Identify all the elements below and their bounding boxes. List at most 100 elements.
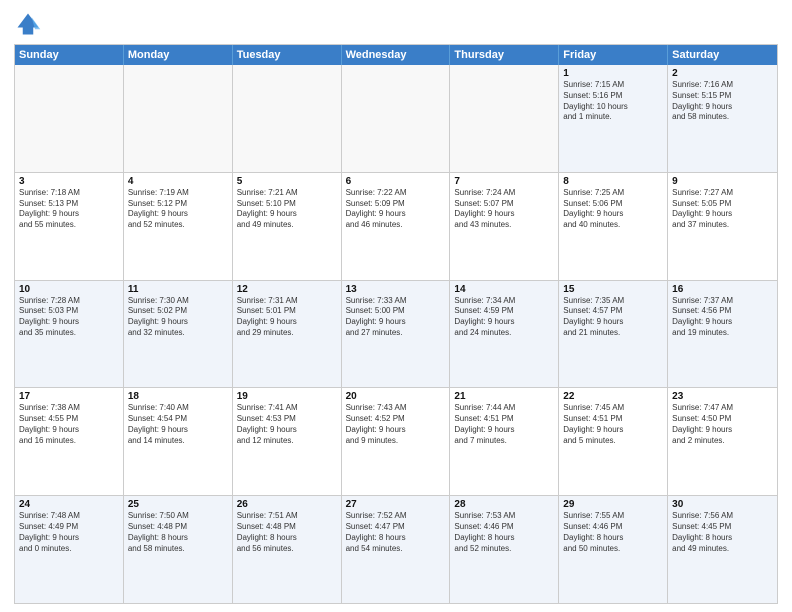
- day-number: 16: [672, 284, 773, 295]
- day-number: 30: [672, 499, 773, 510]
- calendar-cell-r0-c0: [15, 65, 124, 172]
- calendar-cell-r1-c1: 4Sunrise: 7:19 AM Sunset: 5:12 PM Daylig…: [124, 173, 233, 280]
- day-number: 28: [454, 499, 554, 510]
- cell-info: Sunrise: 7:56 AM Sunset: 4:45 PM Dayligh…: [672, 511, 773, 554]
- cell-info: Sunrise: 7:53 AM Sunset: 4:46 PM Dayligh…: [454, 511, 554, 554]
- day-number: 18: [128, 391, 228, 402]
- cell-info: Sunrise: 7:47 AM Sunset: 4:50 PM Dayligh…: [672, 403, 773, 446]
- day-number: 5: [237, 176, 337, 187]
- calendar-cell-r2-c4: 14Sunrise: 7:34 AM Sunset: 4:59 PM Dayli…: [450, 281, 559, 388]
- day-number: 14: [454, 284, 554, 295]
- calendar-cell-r2-c0: 10Sunrise: 7:28 AM Sunset: 5:03 PM Dayli…: [15, 281, 124, 388]
- day-number: 27: [346, 499, 446, 510]
- calendar-row-4: 24Sunrise: 7:48 AM Sunset: 4:49 PM Dayli…: [15, 496, 777, 603]
- header-day-tuesday: Tuesday: [233, 45, 342, 65]
- cell-info: Sunrise: 7:18 AM Sunset: 5:13 PM Dayligh…: [19, 188, 119, 231]
- calendar-cell-r0-c5: 1Sunrise: 7:15 AM Sunset: 5:16 PM Daylig…: [559, 65, 668, 172]
- cell-info: Sunrise: 7:44 AM Sunset: 4:51 PM Dayligh…: [454, 403, 554, 446]
- calendar-cell-r3-c5: 22Sunrise: 7:45 AM Sunset: 4:51 PM Dayli…: [559, 388, 668, 495]
- calendar-cell-r3-c4: 21Sunrise: 7:44 AM Sunset: 4:51 PM Dayli…: [450, 388, 559, 495]
- cell-info: Sunrise: 7:27 AM Sunset: 5:05 PM Dayligh…: [672, 188, 773, 231]
- cell-info: Sunrise: 7:25 AM Sunset: 5:06 PM Dayligh…: [563, 188, 663, 231]
- header-day-wednesday: Wednesday: [342, 45, 451, 65]
- calendar-cell-r0-c1: [124, 65, 233, 172]
- day-number: 15: [563, 284, 663, 295]
- day-number: 29: [563, 499, 663, 510]
- calendar-row-1: 3Sunrise: 7:18 AM Sunset: 5:13 PM Daylig…: [15, 173, 777, 281]
- cell-info: Sunrise: 7:40 AM Sunset: 4:54 PM Dayligh…: [128, 403, 228, 446]
- day-number: 8: [563, 176, 663, 187]
- day-number: 1: [563, 68, 663, 79]
- day-number: 10: [19, 284, 119, 295]
- day-number: 23: [672, 391, 773, 402]
- cell-info: Sunrise: 7:31 AM Sunset: 5:01 PM Dayligh…: [237, 296, 337, 339]
- calendar-cell-r4-c3: 27Sunrise: 7:52 AM Sunset: 4:47 PM Dayli…: [342, 496, 451, 603]
- calendar-cell-r0-c2: [233, 65, 342, 172]
- header-day-friday: Friday: [559, 45, 668, 65]
- cell-info: Sunrise: 7:30 AM Sunset: 5:02 PM Dayligh…: [128, 296, 228, 339]
- day-number: 3: [19, 176, 119, 187]
- cell-info: Sunrise: 7:22 AM Sunset: 5:09 PM Dayligh…: [346, 188, 446, 231]
- day-number: 22: [563, 391, 663, 402]
- cell-info: Sunrise: 7:38 AM Sunset: 4:55 PM Dayligh…: [19, 403, 119, 446]
- cell-info: Sunrise: 7:43 AM Sunset: 4:52 PM Dayligh…: [346, 403, 446, 446]
- cell-info: Sunrise: 7:28 AM Sunset: 5:03 PM Dayligh…: [19, 296, 119, 339]
- cell-info: Sunrise: 7:35 AM Sunset: 4:57 PM Dayligh…: [563, 296, 663, 339]
- logo: [14, 10, 46, 38]
- calendar-cell-r4-c6: 30Sunrise: 7:56 AM Sunset: 4:45 PM Dayli…: [668, 496, 777, 603]
- calendar-cell-r4-c0: 24Sunrise: 7:48 AM Sunset: 4:49 PM Dayli…: [15, 496, 124, 603]
- calendar: SundayMondayTuesdayWednesdayThursdayFrid…: [14, 44, 778, 604]
- day-number: 17: [19, 391, 119, 402]
- day-number: 26: [237, 499, 337, 510]
- day-number: 4: [128, 176, 228, 187]
- cell-info: Sunrise: 7:15 AM Sunset: 5:16 PM Dayligh…: [563, 80, 663, 123]
- calendar-cell-r2-c6: 16Sunrise: 7:37 AM Sunset: 4:56 PM Dayli…: [668, 281, 777, 388]
- day-number: 2: [672, 68, 773, 79]
- calendar-row-3: 17Sunrise: 7:38 AM Sunset: 4:55 PM Dayli…: [15, 388, 777, 496]
- calendar-header: SundayMondayTuesdayWednesdayThursdayFrid…: [15, 45, 777, 65]
- calendar-cell-r0-c3: [342, 65, 451, 172]
- calendar-cell-r2-c5: 15Sunrise: 7:35 AM Sunset: 4:57 PM Dayli…: [559, 281, 668, 388]
- header-day-thursday: Thursday: [450, 45, 559, 65]
- calendar-cell-r2-c3: 13Sunrise: 7:33 AM Sunset: 5:00 PM Dayli…: [342, 281, 451, 388]
- calendar-row-0: 1Sunrise: 7:15 AM Sunset: 5:16 PM Daylig…: [15, 65, 777, 173]
- day-number: 24: [19, 499, 119, 510]
- logo-icon: [14, 10, 42, 38]
- cell-info: Sunrise: 7:34 AM Sunset: 4:59 PM Dayligh…: [454, 296, 554, 339]
- day-number: 6: [346, 176, 446, 187]
- day-number: 12: [237, 284, 337, 295]
- calendar-cell-r3-c0: 17Sunrise: 7:38 AM Sunset: 4:55 PM Dayli…: [15, 388, 124, 495]
- cell-info: Sunrise: 7:37 AM Sunset: 4:56 PM Dayligh…: [672, 296, 773, 339]
- day-number: 7: [454, 176, 554, 187]
- calendar-cell-r1-c0: 3Sunrise: 7:18 AM Sunset: 5:13 PM Daylig…: [15, 173, 124, 280]
- header-day-saturday: Saturday: [668, 45, 777, 65]
- calendar-cell-r4-c4: 28Sunrise: 7:53 AM Sunset: 4:46 PM Dayli…: [450, 496, 559, 603]
- calendar-cell-r1-c3: 6Sunrise: 7:22 AM Sunset: 5:09 PM Daylig…: [342, 173, 451, 280]
- calendar-cell-r0-c6: 2Sunrise: 7:16 AM Sunset: 5:15 PM Daylig…: [668, 65, 777, 172]
- cell-info: Sunrise: 7:50 AM Sunset: 4:48 PM Dayligh…: [128, 511, 228, 554]
- header-day-sunday: Sunday: [15, 45, 124, 65]
- calendar-body: 1Sunrise: 7:15 AM Sunset: 5:16 PM Daylig…: [15, 65, 777, 603]
- cell-info: Sunrise: 7:45 AM Sunset: 4:51 PM Dayligh…: [563, 403, 663, 446]
- calendar-cell-r2-c1: 11Sunrise: 7:30 AM Sunset: 5:02 PM Dayli…: [124, 281, 233, 388]
- day-number: 19: [237, 391, 337, 402]
- cell-info: Sunrise: 7:19 AM Sunset: 5:12 PM Dayligh…: [128, 188, 228, 231]
- day-number: 13: [346, 284, 446, 295]
- calendar-cell-r2-c2: 12Sunrise: 7:31 AM Sunset: 5:01 PM Dayli…: [233, 281, 342, 388]
- calendar-cell-r1-c6: 9Sunrise: 7:27 AM Sunset: 5:05 PM Daylig…: [668, 173, 777, 280]
- cell-info: Sunrise: 7:16 AM Sunset: 5:15 PM Dayligh…: [672, 80, 773, 123]
- cell-info: Sunrise: 7:41 AM Sunset: 4:53 PM Dayligh…: [237, 403, 337, 446]
- calendar-cell-r4-c5: 29Sunrise: 7:55 AM Sunset: 4:46 PM Dayli…: [559, 496, 668, 603]
- calendar-cell-r3-c2: 19Sunrise: 7:41 AM Sunset: 4:53 PM Dayli…: [233, 388, 342, 495]
- day-number: 11: [128, 284, 228, 295]
- calendar-cell-r0-c4: [450, 65, 559, 172]
- calendar-cell-r3-c6: 23Sunrise: 7:47 AM Sunset: 4:50 PM Dayli…: [668, 388, 777, 495]
- calendar-row-2: 10Sunrise: 7:28 AM Sunset: 5:03 PM Dayli…: [15, 281, 777, 389]
- calendar-cell-r4-c1: 25Sunrise: 7:50 AM Sunset: 4:48 PM Dayli…: [124, 496, 233, 603]
- header-day-monday: Monday: [124, 45, 233, 65]
- header: [14, 10, 778, 38]
- cell-info: Sunrise: 7:55 AM Sunset: 4:46 PM Dayligh…: [563, 511, 663, 554]
- calendar-cell-r1-c5: 8Sunrise: 7:25 AM Sunset: 5:06 PM Daylig…: [559, 173, 668, 280]
- cell-info: Sunrise: 7:48 AM Sunset: 4:49 PM Dayligh…: [19, 511, 119, 554]
- calendar-cell-r1-c4: 7Sunrise: 7:24 AM Sunset: 5:07 PM Daylig…: [450, 173, 559, 280]
